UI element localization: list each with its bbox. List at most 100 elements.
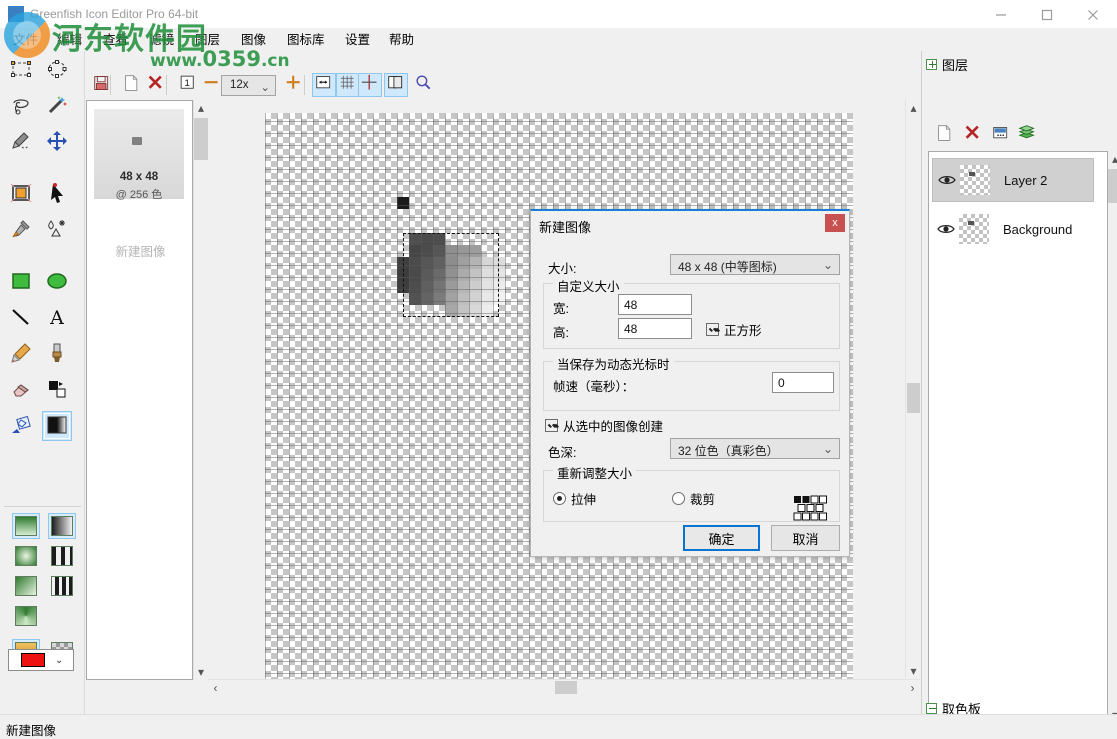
delete-layer-button[interactable] xyxy=(961,123,985,147)
foreground-color-swatch[interactable]: ⌄ xyxy=(8,649,74,671)
color-depth-select[interactable]: 32 位色（真彩色） ⌄ xyxy=(670,438,840,459)
menu-item-3[interactable]: 滤镜 xyxy=(142,31,181,49)
layers-list-scrollbar[interactable]: ▴ ▾ xyxy=(1108,151,1117,723)
minimize-button[interactable] xyxy=(978,0,1024,29)
menu-item-4[interactable]: 图层 xyxy=(188,31,227,49)
eraser-icon xyxy=(10,378,32,403)
layer-properties-button[interactable] xyxy=(989,123,1013,147)
gradient-tool[interactable] xyxy=(42,411,72,441)
pencil-tool[interactable] xyxy=(6,339,36,369)
scroll-down-icon[interactable]: ▾ xyxy=(906,663,921,678)
scroll-left-icon[interactable]: ‹ xyxy=(208,680,223,695)
menu-item-5[interactable]: 图像 xyxy=(234,31,273,49)
chevron-down-icon: ⌄ xyxy=(260,80,270,94)
preview-panel-toggle[interactable] xyxy=(384,73,408,97)
square-checkbox[interactable]: 正方形 xyxy=(706,320,762,339)
stretch-radio[interactable]: 拉伸 xyxy=(553,489,596,508)
maximize-button[interactable] xyxy=(1024,0,1070,29)
gradient-diag-green-option[interactable] xyxy=(12,573,40,599)
scroll-up-icon[interactable]: ▴ xyxy=(1108,151,1117,167)
crop-tool[interactable] xyxy=(6,179,36,209)
gradient-bars3-gray-option[interactable] xyxy=(48,573,76,599)
menu-item-6[interactable]: 图标库 xyxy=(280,31,332,49)
canvas-horizontal-scrollbar[interactable]: ‹ › xyxy=(208,679,920,694)
height-input[interactable]: 48 xyxy=(618,318,692,339)
save-button[interactable] xyxy=(90,73,114,97)
layer-visibility-icon[interactable] xyxy=(936,174,958,186)
delete-image-button[interactable] xyxy=(144,73,168,97)
menu-item-2[interactable]: 查看 xyxy=(96,31,135,49)
gradient-preview xyxy=(15,576,37,596)
show-grid-toggle[interactable] xyxy=(336,73,360,97)
gradient-bars-gray-option[interactable] xyxy=(48,543,76,569)
scroll-up-icon[interactable]: ▴ xyxy=(906,100,921,115)
gradient-radial-green-option[interactable] xyxy=(12,543,40,569)
gradient-linear-green-option[interactable] xyxy=(12,513,40,539)
gradient-linear-gray-option[interactable] xyxy=(48,513,76,539)
scroll-right-icon[interactable]: › xyxy=(905,680,920,695)
blur-sharpen-tool[interactable] xyxy=(42,215,72,245)
lasso-select-tool[interactable] xyxy=(6,91,36,121)
magic-wand-tool[interactable] xyxy=(42,91,72,121)
selection-marquee[interactable] xyxy=(403,233,499,317)
eraser-tool[interactable] xyxy=(6,375,36,405)
layers-dock-header[interactable]: 图层 xyxy=(926,55,968,73)
frame-index-button[interactable]: 1 xyxy=(176,73,200,97)
scrollbar-thumb[interactable] xyxy=(1108,169,1117,203)
scroll-down-icon[interactable]: ▾ xyxy=(194,664,208,680)
dialog-close-button[interactable]: x xyxy=(825,214,845,232)
rectangle-tool[interactable] xyxy=(6,267,36,297)
layer-row[interactable]: Layer 2 xyxy=(932,158,1094,202)
color-picker-tool[interactable] xyxy=(6,215,36,245)
scroll-up-icon[interactable]: ▴ xyxy=(194,100,208,116)
layer-visibility-icon[interactable] xyxy=(935,223,957,235)
ellipse-tool[interactable] xyxy=(42,267,72,297)
pointer-tool[interactable] xyxy=(42,179,72,209)
filled-rectangle-icon xyxy=(10,270,32,295)
pixel-grid-icon xyxy=(793,495,827,525)
menu-item-0[interactable]: 文件 xyxy=(6,31,45,49)
ok-button[interactable]: 确定 xyxy=(683,525,760,551)
scrollbar-thumb[interactable] xyxy=(907,383,920,413)
merge-layers-icon xyxy=(1018,124,1037,146)
close-button[interactable] xyxy=(1070,0,1116,29)
show-guides-toggle[interactable] xyxy=(358,73,382,97)
cancel-button[interactable]: 取消 xyxy=(771,525,840,551)
menu-item-7[interactable]: 设置 xyxy=(338,31,377,49)
magnifier-button[interactable] xyxy=(412,73,436,97)
layers-list[interactable]: Layer 2 Background xyxy=(928,151,1108,723)
from-selection-checkbox[interactable]: 从选中的图像创建 xyxy=(545,416,663,435)
size-preset-select[interactable]: 48 x 48 (中等图标) ⌄ xyxy=(670,254,840,275)
framerate-input[interactable]: 0 xyxy=(772,372,834,393)
gradient-spiral-green-option[interactable] xyxy=(12,603,40,629)
new-layer-button[interactable] xyxy=(933,123,957,147)
collapse-icon[interactable] xyxy=(926,703,937,714)
fill-tool[interactable] xyxy=(42,375,72,405)
line-tool[interactable] xyxy=(6,303,36,333)
menu-item-1[interactable]: 编辑 xyxy=(50,31,89,49)
image-thumbnail-item[interactable]: 48 x 48 @ 256 色 xyxy=(94,109,184,199)
rect-select-tool[interactable] xyxy=(6,55,36,85)
new-image-button[interactable] xyxy=(120,73,144,97)
freehand-select-tool[interactable] xyxy=(6,127,36,157)
crop-radio[interactable]: 裁剪 xyxy=(672,489,715,508)
move-tool[interactable] xyxy=(42,127,72,157)
fit-width-toggle[interactable] xyxy=(312,73,336,97)
shape-tool[interactable] xyxy=(6,411,36,441)
brush-tool[interactable] xyxy=(42,339,72,369)
expand-icon[interactable] xyxy=(926,59,937,70)
merge-layers-button[interactable] xyxy=(1015,123,1039,147)
image-list-panel[interactable]: 48 x 48 @ 256 色 新建图像 xyxy=(86,100,193,680)
text-tool[interactable]: A xyxy=(42,303,72,333)
scrollbar-thumb[interactable] xyxy=(555,681,577,694)
gradient-preview xyxy=(15,516,37,536)
layer-row[interactable]: Background xyxy=(932,207,1094,251)
width-input[interactable]: 48 xyxy=(618,294,692,315)
scrollbar-thumb[interactable] xyxy=(194,118,208,160)
zoom-in-button[interactable] xyxy=(282,73,306,97)
ellipse-select-tool[interactable] xyxy=(42,55,72,85)
canvas-vertical-scrollbar[interactable]: ▴ ▾ xyxy=(905,100,920,678)
menu-item-8[interactable]: 帮助 xyxy=(382,31,421,49)
image-list-scrollbar[interactable]: ▴ ▾ xyxy=(193,100,207,680)
zoom-level-select[interactable]: 12x ⌄ xyxy=(221,75,276,96)
